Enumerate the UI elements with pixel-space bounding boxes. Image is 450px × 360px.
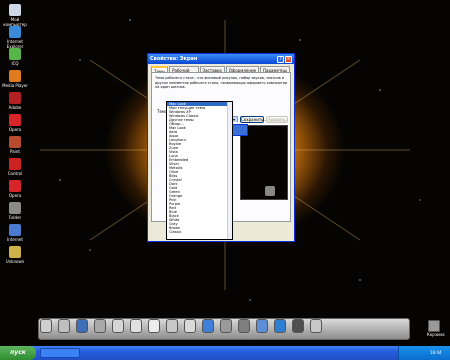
- preview-window-thumbnail: [232, 124, 248, 136]
- adobe-icon: [9, 92, 21, 104]
- opera-icon: [9, 180, 21, 192]
- safari-icon[interactable]: [256, 319, 268, 333]
- itunes-icon[interactable]: [202, 319, 214, 333]
- system-tray: [398, 346, 450, 360]
- window-title: Свойства: Экран: [150, 56, 198, 62]
- trash-label: Корзина: [427, 332, 445, 337]
- movie-icon[interactable]: [310, 319, 322, 333]
- media-player-icon: [9, 70, 21, 82]
- mail-icon[interactable]: [94, 319, 106, 333]
- dictionary-icon[interactable]: [148, 319, 160, 333]
- window-titlebar[interactable]: Свойства: Экран ? ×: [148, 54, 294, 64]
- ical-icon[interactable]: [184, 319, 196, 333]
- desktop-icon[interactable]: Media Player: [2, 70, 28, 88]
- globe-icon[interactable]: [76, 319, 88, 333]
- dock-icons: [40, 319, 328, 333]
- trash-icon: [428, 320, 440, 332]
- desktop-icon-label: Opera: [8, 193, 22, 198]
- help-button[interactable]: ?: [277, 55, 284, 63]
- icq-icon: [9, 48, 21, 60]
- taskbar-item[interactable]: [40, 348, 80, 358]
- contacts-icon[interactable]: [166, 319, 178, 333]
- save-theme-button[interactable]: Сохранить...: [240, 116, 267, 123]
- desktop-icon-label: Opera: [8, 127, 22, 132]
- finder-icon[interactable]: [40, 319, 52, 333]
- app-store-icon[interactable]: [112, 319, 124, 333]
- preferences-icon[interactable]: [238, 319, 250, 333]
- themes-description: Тема рабочего стола - это фоновый рисуно…: [155, 76, 288, 89]
- desktop-icon[interactable]: Unknown: [2, 246, 28, 264]
- control-icon: [9, 158, 21, 170]
- network-icon: [9, 224, 21, 236]
- camera-icon[interactable]: [220, 319, 232, 333]
- clock: 18:44: [430, 350, 442, 355]
- desktop-icon-label: ICQ: [11, 61, 19, 66]
- desktop-icon-label: Internet: [7, 237, 23, 242]
- desktop-icon[interactable]: Opera: [2, 114, 28, 132]
- start-button[interactable]: пуск: [0, 346, 36, 360]
- preview-trash-icon: [265, 186, 275, 196]
- folder-icon: [9, 202, 21, 214]
- trash[interactable]: Корзина: [427, 320, 445, 337]
- delete-theme-button[interactable]: Удалить: [266, 116, 288, 123]
- desktop-icon[interactable]: Мой компьютер: [2, 4, 28, 27]
- desktop-icon[interactable]: Adobe: [2, 92, 28, 110]
- photo-icon[interactable]: [58, 319, 70, 333]
- dropdown-scrollbar[interactable]: [227, 102, 232, 239]
- desktop-icon[interactable]: Control: [2, 158, 28, 176]
- app-icon: [9, 246, 21, 258]
- calendar-icon[interactable]: [130, 319, 142, 333]
- desktop-icon[interactable]: Paint: [2, 136, 28, 154]
- desktop-icon-label: Folder: [8, 215, 22, 220]
- desktop-icon-label: Adobe: [8, 105, 22, 110]
- dropdown-option[interactable]: Classic: [167, 230, 232, 234]
- music-icon[interactable]: [292, 319, 304, 333]
- cloud-icon[interactable]: [274, 319, 286, 333]
- desktop-icon-label: Media Player: [2, 83, 28, 88]
- desktop-icon[interactable]: Internet: [2, 224, 28, 242]
- desktop-icon[interactable]: Internet Explorer: [2, 26, 28, 49]
- close-button[interactable]: ×: [285, 55, 292, 63]
- computer-icon: [9, 4, 21, 16]
- desktop-icon-label: Control: [7, 171, 23, 176]
- desktop-icon[interactable]: Opera: [2, 180, 28, 198]
- desktop-icon[interactable]: Folder: [2, 202, 28, 220]
- desktop-icon[interactable]: ICQ: [2, 48, 28, 66]
- theme-preview: [240, 125, 288, 200]
- internet-explorer-icon: [9, 26, 21, 38]
- opera-icon: [9, 114, 21, 126]
- theme-dropdown-list[interactable]: Mac Look Мои текущие темы Windows XP Window…: [166, 101, 233, 240]
- desktop-icon-label: Paint: [10, 149, 20, 154]
- desktop-icon-label: Unknown: [5, 259, 25, 264]
- paint-icon: [9, 136, 21, 148]
